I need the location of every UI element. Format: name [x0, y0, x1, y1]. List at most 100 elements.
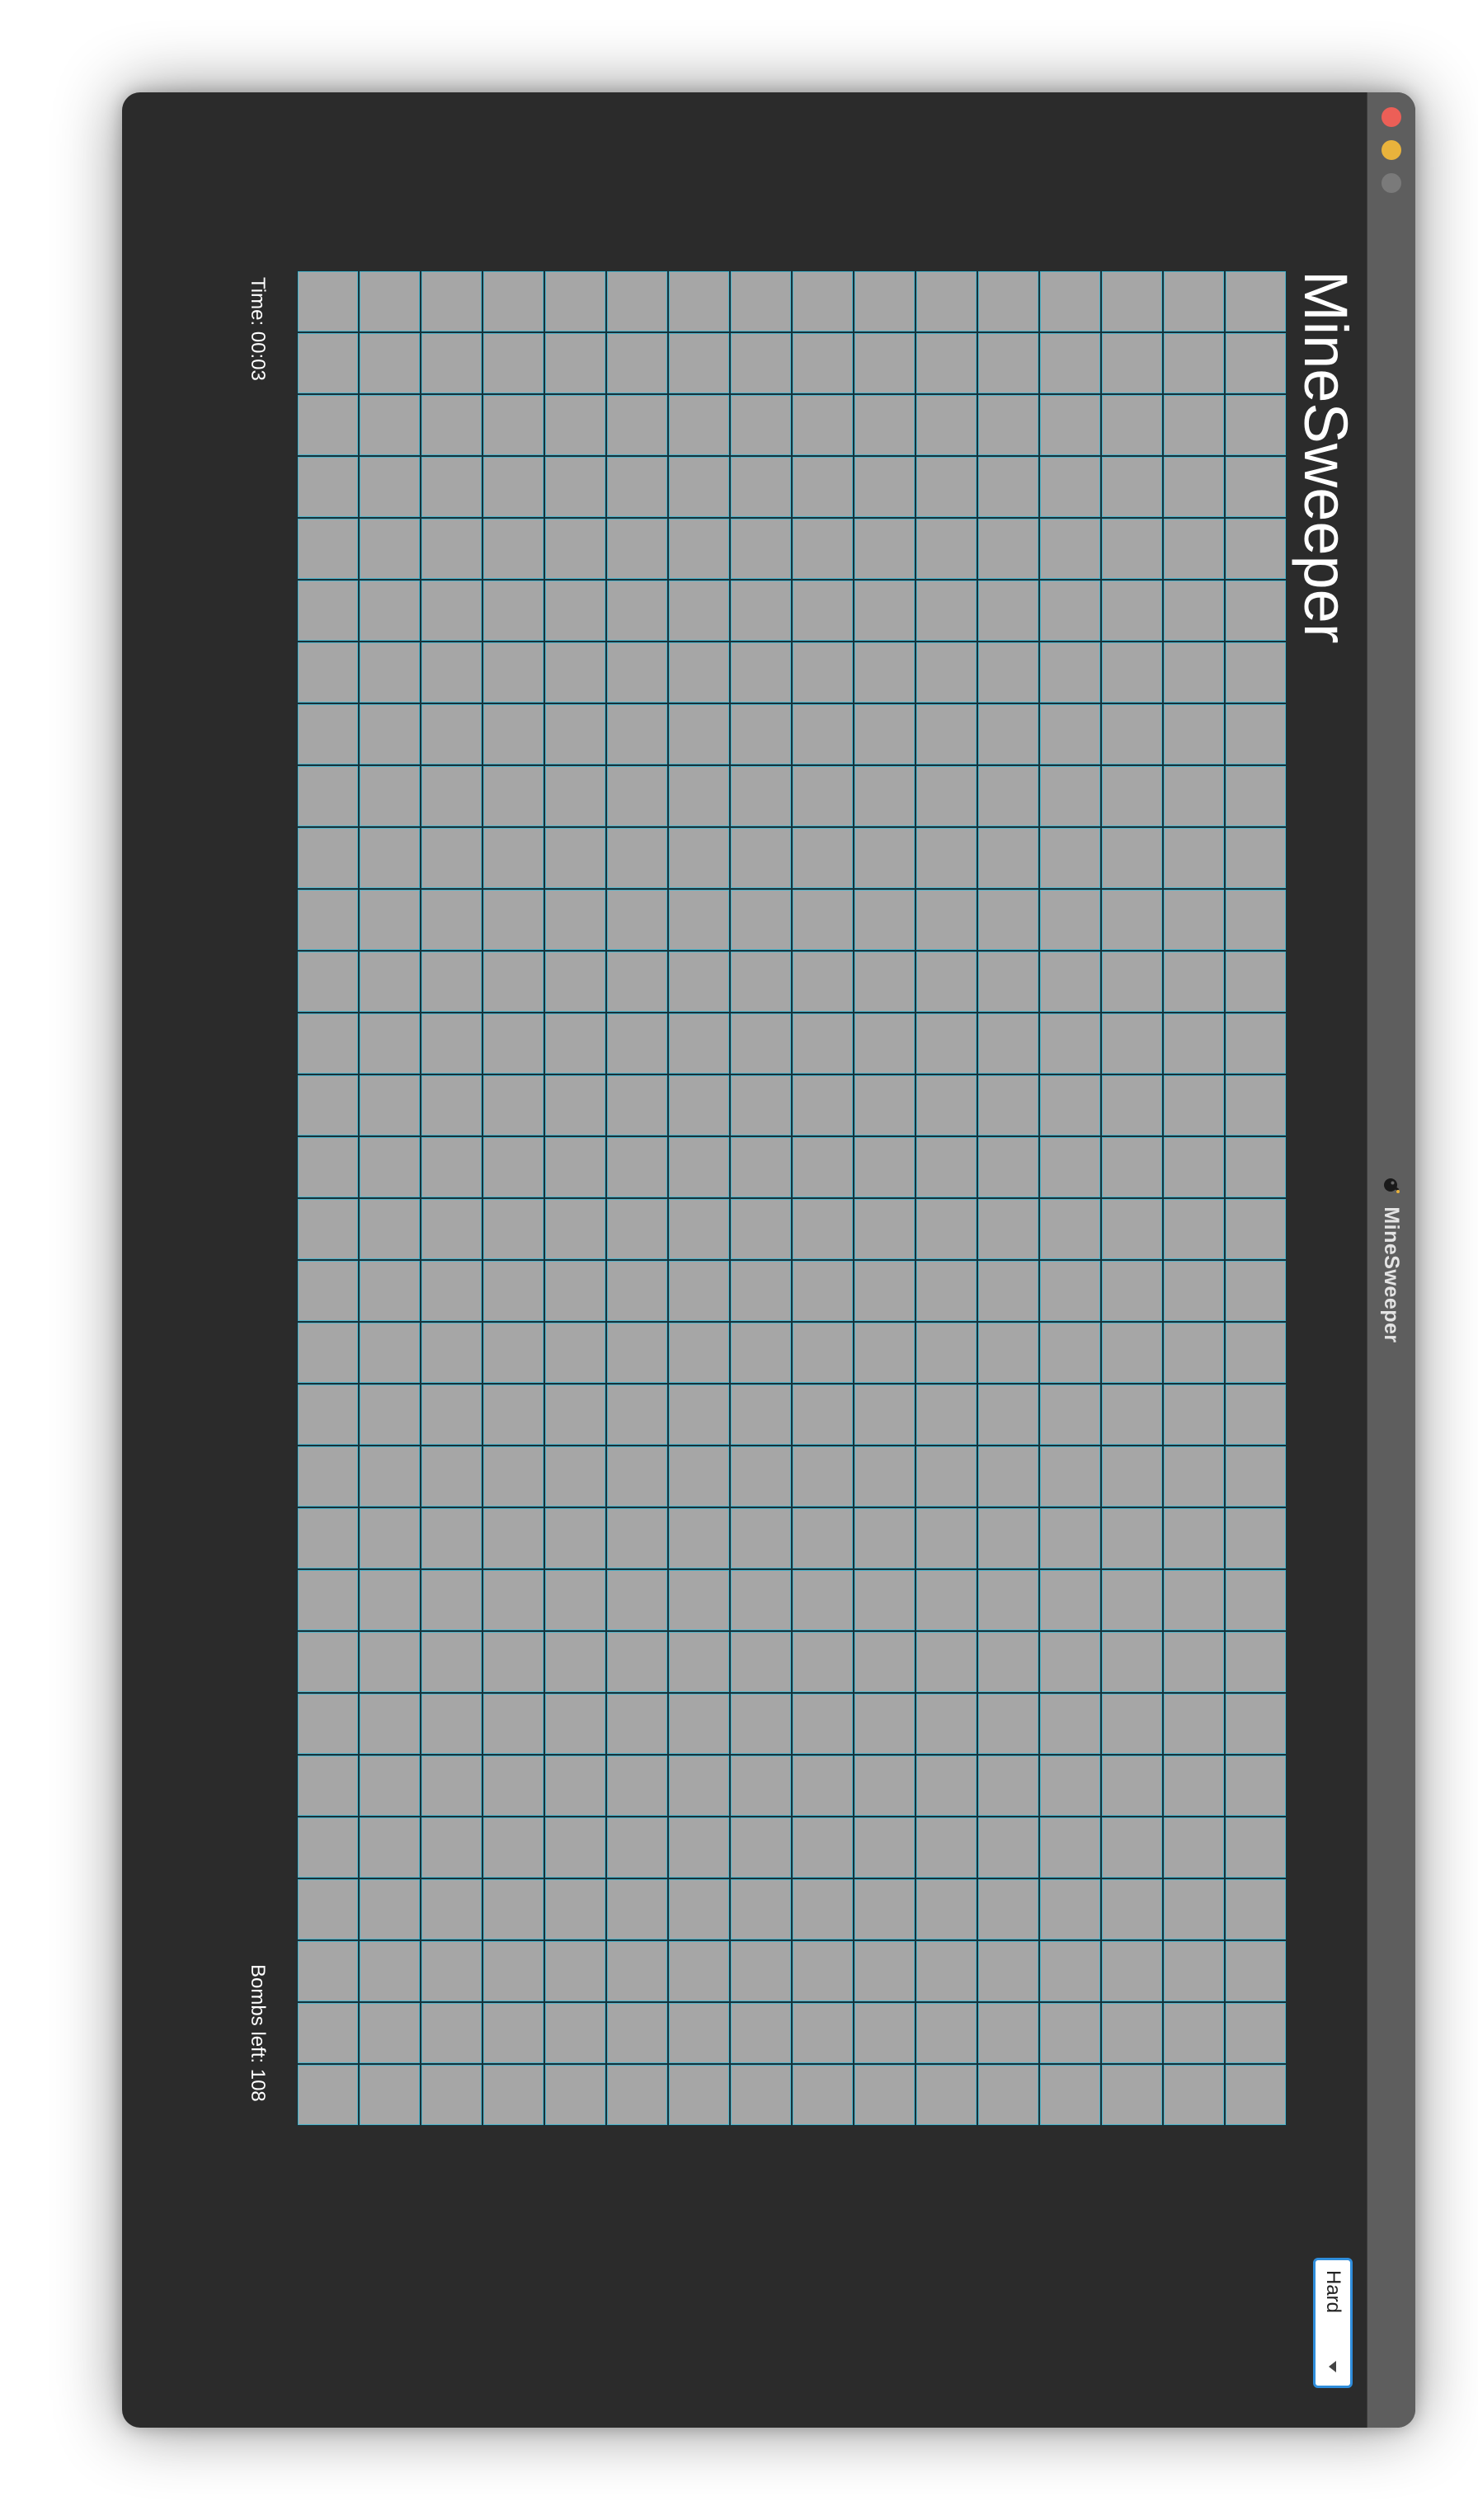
mine-cell[interactable] — [854, 1198, 916, 1260]
mine-cell[interactable] — [1101, 827, 1163, 889]
mine-cell[interactable] — [421, 456, 482, 518]
mine-cell[interactable] — [1101, 1878, 1163, 1940]
mine-cell[interactable] — [730, 1198, 792, 1260]
mine-cell[interactable] — [544, 1013, 606, 1074]
mine-cell[interactable] — [730, 2002, 792, 2064]
mine-cell[interactable] — [1225, 951, 1287, 1013]
mine-cell[interactable] — [1163, 1693, 1225, 1755]
mine-cell[interactable] — [544, 951, 606, 1013]
mine-cell[interactable] — [544, 580, 606, 642]
mine-cell[interactable] — [544, 394, 606, 456]
mine-cell[interactable] — [1039, 1013, 1101, 1074]
mine-cell[interactable] — [544, 765, 606, 827]
mine-cell[interactable] — [792, 1755, 854, 1817]
mine-cell[interactable] — [854, 270, 916, 332]
mine-cell[interactable] — [1039, 1507, 1101, 1569]
mine-cell[interactable] — [482, 518, 544, 580]
mine-cell[interactable] — [854, 1631, 916, 1693]
mine-cell[interactable] — [1039, 456, 1101, 518]
mine-cell[interactable] — [792, 1817, 854, 1878]
mine-cell[interactable] — [792, 827, 854, 889]
mine-cell[interactable] — [544, 1878, 606, 1940]
mine-cell[interactable] — [916, 889, 977, 951]
mine-cell[interactable] — [977, 827, 1039, 889]
mine-cell[interactable] — [854, 951, 916, 1013]
mine-cell[interactable] — [1039, 518, 1101, 580]
mine-cell[interactable] — [792, 394, 854, 456]
mine-cell[interactable] — [1225, 1074, 1287, 1136]
mine-cell[interactable] — [977, 332, 1039, 394]
mine-cell[interactable] — [297, 518, 359, 580]
mine-cell[interactable] — [668, 1631, 730, 1693]
mine-cell[interactable] — [730, 1693, 792, 1755]
mine-cell[interactable] — [916, 1940, 977, 2002]
mine-cell[interactable] — [1163, 1755, 1225, 1817]
mine-cell[interactable] — [359, 1569, 421, 1631]
mine-cell[interactable] — [544, 1940, 606, 2002]
mine-cell[interactable] — [421, 580, 482, 642]
mine-cell[interactable] — [1039, 1322, 1101, 1384]
mine-cell[interactable] — [1101, 889, 1163, 951]
mine-cell[interactable] — [730, 1013, 792, 1074]
mine-cell[interactable] — [297, 703, 359, 765]
mine-cell[interactable] — [977, 703, 1039, 765]
mine-cell[interactable] — [1039, 580, 1101, 642]
mine-cell[interactable] — [1039, 827, 1101, 889]
mine-cell[interactable] — [668, 827, 730, 889]
mine-cell[interactable] — [482, 1693, 544, 1755]
mine-cell[interactable] — [977, 951, 1039, 1013]
mine-cell[interactable] — [977, 1569, 1039, 1631]
mine-cell[interactable] — [606, 1940, 668, 2002]
mine-cell[interactable] — [606, 2064, 668, 2126]
mine-cell[interactable] — [606, 1013, 668, 1074]
mine-cell[interactable] — [1101, 270, 1163, 332]
mine-cell[interactable] — [482, 1136, 544, 1198]
mine-cell[interactable] — [1101, 518, 1163, 580]
mine-cell[interactable] — [730, 1631, 792, 1693]
mine-cell[interactable] — [668, 1074, 730, 1136]
mine-cell[interactable] — [1101, 1198, 1163, 1260]
mine-cell[interactable] — [1225, 1260, 1287, 1322]
mine-cell[interactable] — [854, 827, 916, 889]
mine-cell[interactable] — [668, 642, 730, 703]
mine-cell[interactable] — [977, 1446, 1039, 1507]
mine-cell[interactable] — [730, 456, 792, 518]
mine-cell[interactable] — [421, 2064, 482, 2126]
mine-cell[interactable] — [482, 580, 544, 642]
mine-cell[interactable] — [1225, 2064, 1287, 2126]
mine-cell[interactable] — [297, 1198, 359, 1260]
mine-cell[interactable] — [421, 703, 482, 765]
mine-cell[interactable] — [730, 270, 792, 332]
mine-cell[interactable] — [916, 1198, 977, 1260]
mine-cell[interactable] — [854, 765, 916, 827]
mine-cell[interactable] — [792, 1074, 854, 1136]
mine-cell[interactable] — [421, 1755, 482, 1817]
mine-cell[interactable] — [359, 332, 421, 394]
mine-cell[interactable] — [792, 1940, 854, 2002]
mine-cell[interactable] — [977, 1755, 1039, 1817]
mine-cell[interactable] — [1039, 1878, 1101, 1940]
mine-cell[interactable] — [1225, 1693, 1287, 1755]
mine-cell[interactable] — [916, 1817, 977, 1878]
mine-cell[interactable] — [854, 518, 916, 580]
mine-cell[interactable] — [1163, 951, 1225, 1013]
mine-cell[interactable] — [482, 1322, 544, 1384]
mine-cell[interactable] — [359, 1074, 421, 1136]
mine-cell[interactable] — [1039, 1136, 1101, 1198]
mine-cell[interactable] — [792, 270, 854, 332]
mine-cell[interactable] — [977, 1074, 1039, 1136]
mine-cell[interactable] — [606, 1198, 668, 1260]
mine-cell[interactable] — [977, 394, 1039, 456]
mine-cell[interactable] — [792, 1013, 854, 1074]
mine-cell[interactable] — [792, 1507, 854, 1569]
mine-cell[interactable] — [297, 1013, 359, 1074]
mine-cell[interactable] — [854, 2002, 916, 2064]
mine-cell[interactable] — [359, 1631, 421, 1693]
mine-cell[interactable] — [668, 1755, 730, 1817]
mine-cell[interactable] — [544, 1817, 606, 1878]
mine-cell[interactable] — [359, 889, 421, 951]
mine-cell[interactable] — [977, 1013, 1039, 1074]
mine-cell[interactable] — [916, 765, 977, 827]
mine-cell[interactable] — [297, 1940, 359, 2002]
mine-cell[interactable] — [606, 2002, 668, 2064]
